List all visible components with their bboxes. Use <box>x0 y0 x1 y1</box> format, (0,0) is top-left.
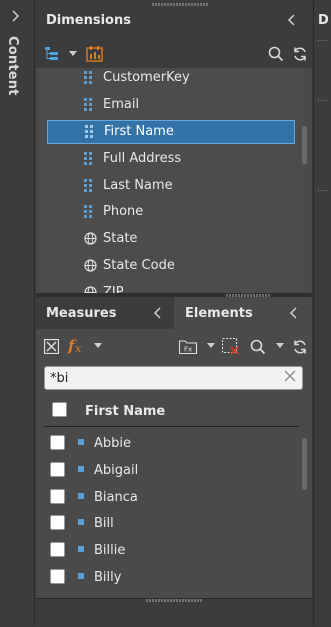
right-panel-edge[interactable]: D <box>313 0 331 626</box>
hierarchy-icon <box>84 205 94 219</box>
globe-icon <box>84 232 97 245</box>
collapse-chevron-icon[interactable] <box>153 307 163 319</box>
dimension-item-zip[interactable]: ZIP <box>38 281 302 293</box>
globe-icon <box>84 259 97 272</box>
hierarchy-icon <box>84 71 94 85</box>
element-label: Billie <box>94 543 126 558</box>
refresh-icon[interactable] <box>292 339 308 355</box>
resize-grip[interactable] <box>152 3 208 6</box>
dropdown-arrow-icon[interactable] <box>69 51 77 57</box>
dimension-label: Email <box>103 97 140 112</box>
dimension-label: ZIP <box>103 285 124 293</box>
svg-text:Fx: Fx <box>184 346 192 354</box>
element-checkbox[interactable] <box>50 435 65 450</box>
dimension-label: State Code <box>103 258 175 273</box>
tab-elements-label: Elements <box>185 306 253 321</box>
elements-scrollbar[interactable] <box>302 438 307 490</box>
elements-toolbar: fx Fx <box>36 331 312 361</box>
element-label: Bianca <box>94 490 138 505</box>
content-rail[interactable]: Content <box>0 0 35 626</box>
divider <box>317 190 329 191</box>
dimension-label: Last Name <box>103 178 173 193</box>
member-icon <box>78 493 84 499</box>
header-divider <box>44 426 299 427</box>
member-icon <box>78 466 84 472</box>
element-label: Billy <box>94 570 122 585</box>
tab-measures-label: Measures <box>46 306 117 321</box>
element-checkbox[interactable] <box>50 569 65 584</box>
chevron-right-icon[interactable] <box>10 10 20 22</box>
right-panel-initial: D <box>318 13 329 28</box>
select-all-checkbox[interactable] <box>52 402 67 417</box>
element-checkbox[interactable] <box>50 515 65 530</box>
dimension-label: CustomerKey <box>103 70 190 85</box>
divider <box>317 40 329 41</box>
element-item[interactable]: Abigail <box>36 458 300 484</box>
dimension-label: Phone <box>103 204 144 219</box>
element-label: Abigail <box>94 463 139 478</box>
elements-column-header: First Name <box>36 396 312 426</box>
element-item[interactable]: Bianca <box>36 485 300 511</box>
dropdown-arrow-icon[interactable] <box>94 343 102 349</box>
dimensions-toolbar <box>36 40 312 68</box>
dropdown-arrow-icon[interactable] <box>276 343 284 349</box>
resize-grip[interactable] <box>146 599 202 602</box>
dimension-item-customerkey[interactable]: CustomerKey <box>38 68 302 90</box>
dimension-item-email[interactable]: Email <box>38 93 302 117</box>
hierarchy-icon <box>85 125 95 139</box>
dimensions-list[interactable]: CustomerKey Email First Name Full Addres… <box>38 68 304 293</box>
clear-search-icon[interactable] <box>283 369 297 383</box>
tab-measures[interactable]: Measures <box>36 297 174 329</box>
hierarchy-icon <box>84 179 94 193</box>
elements-search-input[interactable] <box>50 369 270 387</box>
cube-calendar-icon[interactable] <box>86 45 104 62</box>
element-item[interactable]: Bill <box>36 511 300 537</box>
element-checkbox[interactable] <box>50 462 65 477</box>
element-item[interactable]: Billie <box>36 538 300 564</box>
dropdown-arrow-icon[interactable] <box>207 343 215 349</box>
element-label: Abbie <box>94 436 132 451</box>
dimension-label: Full Address <box>103 151 182 166</box>
element-checkbox[interactable] <box>50 489 65 504</box>
column-header-label: First Name <box>85 404 166 419</box>
element-item[interactable]: Billy <box>36 565 300 591</box>
dimension-item-state-code[interactable]: State Code <box>38 254 302 278</box>
dimensions-header: Dimensions <box>36 0 312 40</box>
bottom-bar <box>36 598 312 627</box>
member-icon <box>78 546 84 552</box>
remove-filter-icon[interactable] <box>222 338 240 356</box>
element-checkbox[interactable] <box>50 542 65 557</box>
refresh-icon[interactable] <box>292 46 308 62</box>
collapse-chevron-icon[interactable] <box>287 14 297 26</box>
dimension-item-first-name[interactable]: First Name <box>47 120 295 144</box>
clear-selection-icon[interactable] <box>44 339 59 354</box>
tree-view-icon[interactable] <box>44 46 60 62</box>
globe-icon <box>84 286 97 293</box>
content-rail-label: Content <box>5 36 20 96</box>
member-icon <box>78 519 84 525</box>
divider <box>317 100 329 101</box>
collapse-chevron-icon[interactable] <box>289 307 299 319</box>
dimensions-scrollbar[interactable] <box>302 126 307 164</box>
dimension-item-state[interactable]: State <box>38 227 302 251</box>
dimension-label: First Name <box>104 124 174 139</box>
member-icon <box>78 439 84 445</box>
element-item[interactable]: Abbie <box>36 431 300 457</box>
search-icon[interactable] <box>268 46 284 62</box>
tab-elements[interactable]: Elements <box>175 297 312 329</box>
search-icon[interactable] <box>250 339 266 355</box>
function-icon[interactable]: fx <box>67 337 87 355</box>
formula-folder-icon[interactable]: Fx <box>179 339 199 354</box>
hierarchy-icon <box>84 98 94 112</box>
element-label: Bill <box>94 516 114 531</box>
dimension-item-last-name[interactable]: Last Name <box>38 174 302 198</box>
dimensions-title: Dimensions <box>46 13 131 28</box>
svg-text:x: x <box>75 342 82 355</box>
dimension-item-phone[interactable]: Phone <box>38 200 302 224</box>
member-icon <box>78 573 84 579</box>
hierarchy-icon <box>84 152 94 166</box>
dimension-item-full-address[interactable]: Full Address <box>38 147 302 171</box>
elements-search-box[interactable] <box>44 366 303 390</box>
dimension-label: State <box>103 231 138 246</box>
